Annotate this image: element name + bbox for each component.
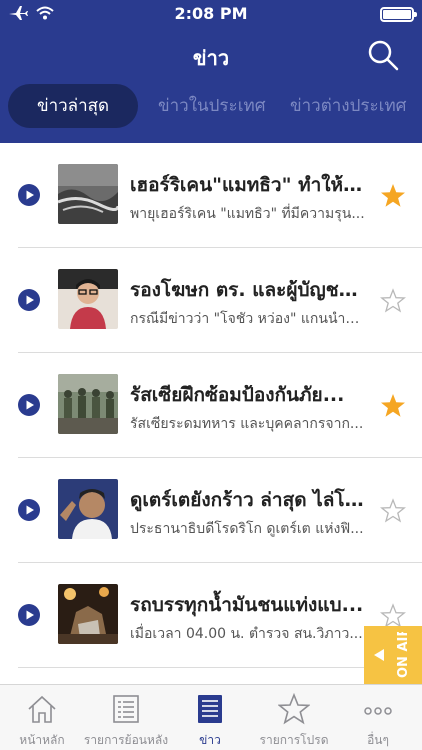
play-icon[interactable] xyxy=(18,499,40,521)
star-icon xyxy=(278,693,310,725)
home-icon xyxy=(28,695,56,723)
play-icon[interactable] xyxy=(18,289,40,311)
on-air-label: ON AIR xyxy=(396,632,411,678)
star-filled-icon[interactable] xyxy=(380,183,406,209)
news-item[interactable]: เฮอร์ริเคน"แมทธิว" ทำให้มี... พายุเฮอร์ร… xyxy=(0,143,422,248)
more-icon xyxy=(364,707,392,715)
news-thumbnail xyxy=(58,164,118,224)
search-icon[interactable] xyxy=(366,38,400,72)
svg-text:ON AIR: ON AIR xyxy=(396,632,411,678)
tabbar-label: รายการโปรด xyxy=(259,733,329,747)
star-filled-icon[interactable] xyxy=(380,393,406,419)
tabbar-label: หน้าหลัก xyxy=(19,733,65,747)
category-tabs: ข่าวล่าสุด ข่าวในประเทศ ข่าวต่างประเทศ xyxy=(0,84,422,128)
tabbar-label: รายการย้อนหลัง xyxy=(83,733,169,747)
news-icon xyxy=(198,695,222,723)
news-title: รองโฆษก ตร. และผู้บัญชา... xyxy=(130,279,366,301)
news-title: เฮอร์ริเคน"แมทธิว" ทำให้มี... xyxy=(130,174,366,196)
triangle-left-icon xyxy=(374,649,384,661)
news-thumbnail xyxy=(58,374,118,434)
news-thumbnail xyxy=(58,269,118,329)
play-icon[interactable] xyxy=(18,604,40,626)
tabbar-favorites[interactable]: รายการโปรด xyxy=(252,685,336,750)
status-time: 2:08 PM xyxy=(174,4,248,23)
header: 2:08 PM ข่าว ข่าวล่าสุด ข่าวในประเทศ ข่า… xyxy=(0,0,422,143)
play-icon[interactable] xyxy=(18,184,40,206)
page-title: ข่าว xyxy=(192,46,230,70)
star-outline-icon[interactable] xyxy=(380,498,406,524)
star-outline-icon[interactable] xyxy=(380,288,406,314)
status-bar: 2:08 PM xyxy=(0,0,422,30)
news-title: ดูเตร์เตยังกร้าว ล่าสุด ไล่โ... xyxy=(130,489,366,511)
news-thumbnail xyxy=(58,584,118,644)
news-description: รัสเซียระดมทหาร และบุคคลากรจาก... xyxy=(130,416,364,432)
news-item[interactable]: รัสเซียฝึกซ้อมป้องกันภัย... รัสเซียระดมท… xyxy=(0,353,422,458)
battery-icon xyxy=(380,7,417,22)
divider xyxy=(18,667,422,668)
tabbar-label: อื่นๆ xyxy=(367,733,389,747)
list-icon xyxy=(113,695,139,723)
tab-international[interactable]: ข่าวต่างประเทศ xyxy=(290,84,406,128)
bottom-tab-bar: หน้าหลัก รายการย้อนหลัง ข่าว รายการโปรด xyxy=(0,684,422,750)
tabbar-home[interactable]: หน้าหลัก xyxy=(0,685,84,750)
news-description: เมื่อเวลา 04.00 น. ตำรวจ สน.วิภาว... xyxy=(130,626,363,642)
tabbar-label: ข่าว xyxy=(199,733,221,747)
news-item[interactable]: รถบรรทุกน้ำมันชนแท่งแบ... เมื่อเวลา 04.0… xyxy=(0,563,422,668)
news-title: รัสเซียฝึกซ้อมป้องกันภัย... xyxy=(130,384,345,406)
on-air-button[interactable]: ON AIR xyxy=(364,626,422,686)
play-icon[interactable] xyxy=(18,394,40,416)
tabbar-archive[interactable]: รายการย้อนหลัง xyxy=(84,685,168,750)
tab-latest[interactable]: ข่าวล่าสุด xyxy=(8,84,138,128)
news-thumbnail xyxy=(58,479,118,539)
tab-domestic[interactable]: ข่าวในประเทศ xyxy=(158,84,266,128)
tabbar-more[interactable]: อื่นๆ xyxy=(336,685,420,750)
news-description: กรณีมีข่าวว่า "โจชัว หว่อง" แกนนำนั... xyxy=(130,311,366,327)
news-description: ประธานาธิบดีโรดริโก ดูเตร์เต แห่งฟิ... xyxy=(130,521,364,537)
news-description: พายุเฮอร์ริเคน "แมทธิว" ที่มีความรุน... xyxy=(130,206,365,222)
tabbar-news[interactable]: ข่าว xyxy=(168,685,252,750)
news-title: รถบรรทุกน้ำมันชนแท่งแบ... xyxy=(130,594,364,616)
news-item[interactable]: รองโฆษก ตร. และผู้บัญชา... กรณีมีข่าวว่า… xyxy=(0,248,422,353)
news-item[interactable]: ดูเตร์เตยังกร้าว ล่าสุด ไล่โ... ประธานาธ… xyxy=(0,458,422,563)
